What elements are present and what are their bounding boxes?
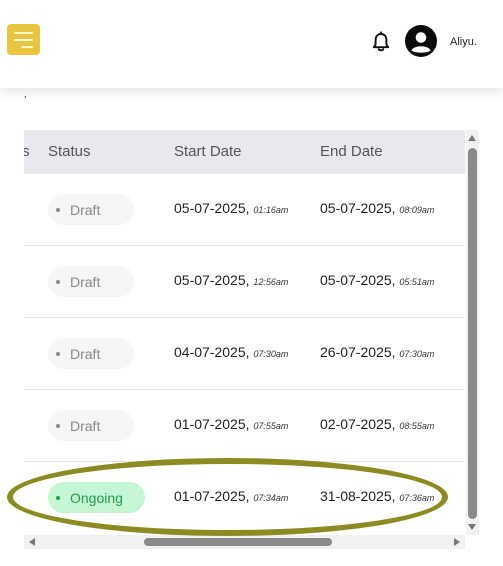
end-date-cell: 31-08-2025, 07:36am — [320, 488, 434, 504]
table-row[interactable]: Draft 01-07-2025, 07:55am 02-07-2025, 08… — [24, 390, 465, 462]
end-time: 07:30am — [399, 349, 435, 359]
status-label: Draft — [70, 417, 101, 434]
end-date: 02-07-2025, — [320, 416, 396, 432]
end-date-cell: 02-07-2025, 08:55am — [320, 416, 434, 432]
status-label: Draft — [70, 345, 101, 362]
end-date-cell: 05-07-2025, 05:51am — [320, 272, 434, 288]
status-label: Ongoing — [70, 489, 123, 506]
status-badge: Draft — [48, 410, 134, 441]
end-time: 07:36am — [399, 493, 435, 503]
start-date-cell: 05-07-2025, 01:16am — [174, 200, 288, 216]
end-date: 31-08-2025, — [320, 488, 396, 504]
end-date: 05-07-2025, — [320, 272, 396, 288]
horizontal-scroll-thumb[interactable] — [144, 538, 332, 546]
start-date: 01-07-2025, — [174, 416, 250, 432]
table-row[interactable]: Draft 05-07-2025, 01:16am 05-07-2025, 08… — [24, 174, 465, 246]
end-date: 05-07-2025, — [320, 200, 396, 216]
menu-bar-line — [21, 45, 33, 48]
start-time: 07:55am — [253, 421, 289, 431]
scroll-right-arrow-icon[interactable] — [454, 538, 460, 546]
status-badge: Draft — [48, 194, 134, 225]
vertical-scrollbar[interactable] — [466, 130, 479, 535]
start-date-cell: 05-07-2025, 12:56am — [174, 272, 288, 288]
bell-icon[interactable] — [371, 31, 391, 53]
column-header-end-date[interactable]: End Date — [320, 143, 383, 160]
status-badge: Ongoing — [48, 482, 145, 513]
start-date: 05-07-2025, — [174, 200, 250, 216]
status-dot — [56, 351, 60, 356]
start-date-cell: 01-07-2025, 07:34am — [174, 488, 288, 504]
horizontal-scrollbar[interactable] — [24, 535, 465, 549]
table-row[interactable]: Draft 04-07-2025, 07:30am 26-07-2025, 07… — [24, 318, 465, 390]
page-subtitle-fragment: ‚ — [24, 86, 27, 100]
start-time: 01:16am — [253, 205, 289, 215]
scroll-left-arrow-icon[interactable] — [29, 538, 35, 546]
status-label: Draft — [70, 273, 101, 290]
table-header: ts Status Start Date End Date — [24, 130, 465, 174]
menu-bar-line — [14, 38, 33, 41]
start-date: 05-07-2025, — [174, 272, 250, 288]
vertical-scroll-thumb[interactable] — [468, 148, 477, 519]
end-date-cell: 05-07-2025, 08:09am — [320, 200, 434, 216]
start-time: 07:30am — [253, 349, 289, 359]
status-badge: Draft — [48, 338, 134, 369]
end-time: 05:51am — [399, 277, 435, 287]
campaigns-table: ts Status Start Date End Date Draft 05-0… — [24, 130, 465, 535]
column-header-start-date[interactable]: Start Date — [174, 143, 242, 160]
menu-bar-line — [14, 31, 33, 34]
start-time: 12:56am — [253, 277, 289, 287]
status-dot — [56, 423, 60, 428]
status-dot — [56, 207, 60, 212]
table-row[interactable]: Draft 05-07-2025, 12:56am 05-07-2025, 05… — [24, 246, 465, 318]
start-date: 04-07-2025, — [174, 344, 250, 360]
column-header-status[interactable]: Status — [48, 143, 91, 160]
top-bar: Aliyu. — [0, 0, 503, 88]
status-label: Draft — [70, 201, 101, 218]
end-time: 08:09am — [399, 205, 435, 215]
table-row[interactable]: Ongoing 01-07-2025, 07:34am 31-08-2025, … — [24, 462, 465, 534]
status-dot — [56, 495, 60, 500]
status-dot — [56, 279, 60, 284]
start-time: 07:34am — [253, 493, 289, 503]
start-date-cell: 01-07-2025, 07:55am — [174, 416, 288, 432]
start-date: 01-07-2025, — [174, 488, 250, 504]
hamburger-menu-icon[interactable] — [7, 24, 40, 55]
column-header-partial[interactable]: ts — [24, 143, 30, 160]
end-time: 08:55am — [399, 421, 435, 431]
start-date-cell: 04-07-2025, 07:30am — [174, 344, 288, 360]
user-avatar-icon[interactable] — [405, 25, 437, 57]
scroll-up-arrow-icon[interactable] — [468, 135, 476, 141]
end-date: 26-07-2025, — [320, 344, 396, 360]
scroll-down-arrow-icon[interactable] — [468, 524, 476, 530]
end-date-cell: 26-07-2025, 07:30am — [320, 344, 434, 360]
username-label[interactable]: Aliyu. — [450, 36, 477, 48]
status-badge: Draft — [48, 266, 134, 297]
